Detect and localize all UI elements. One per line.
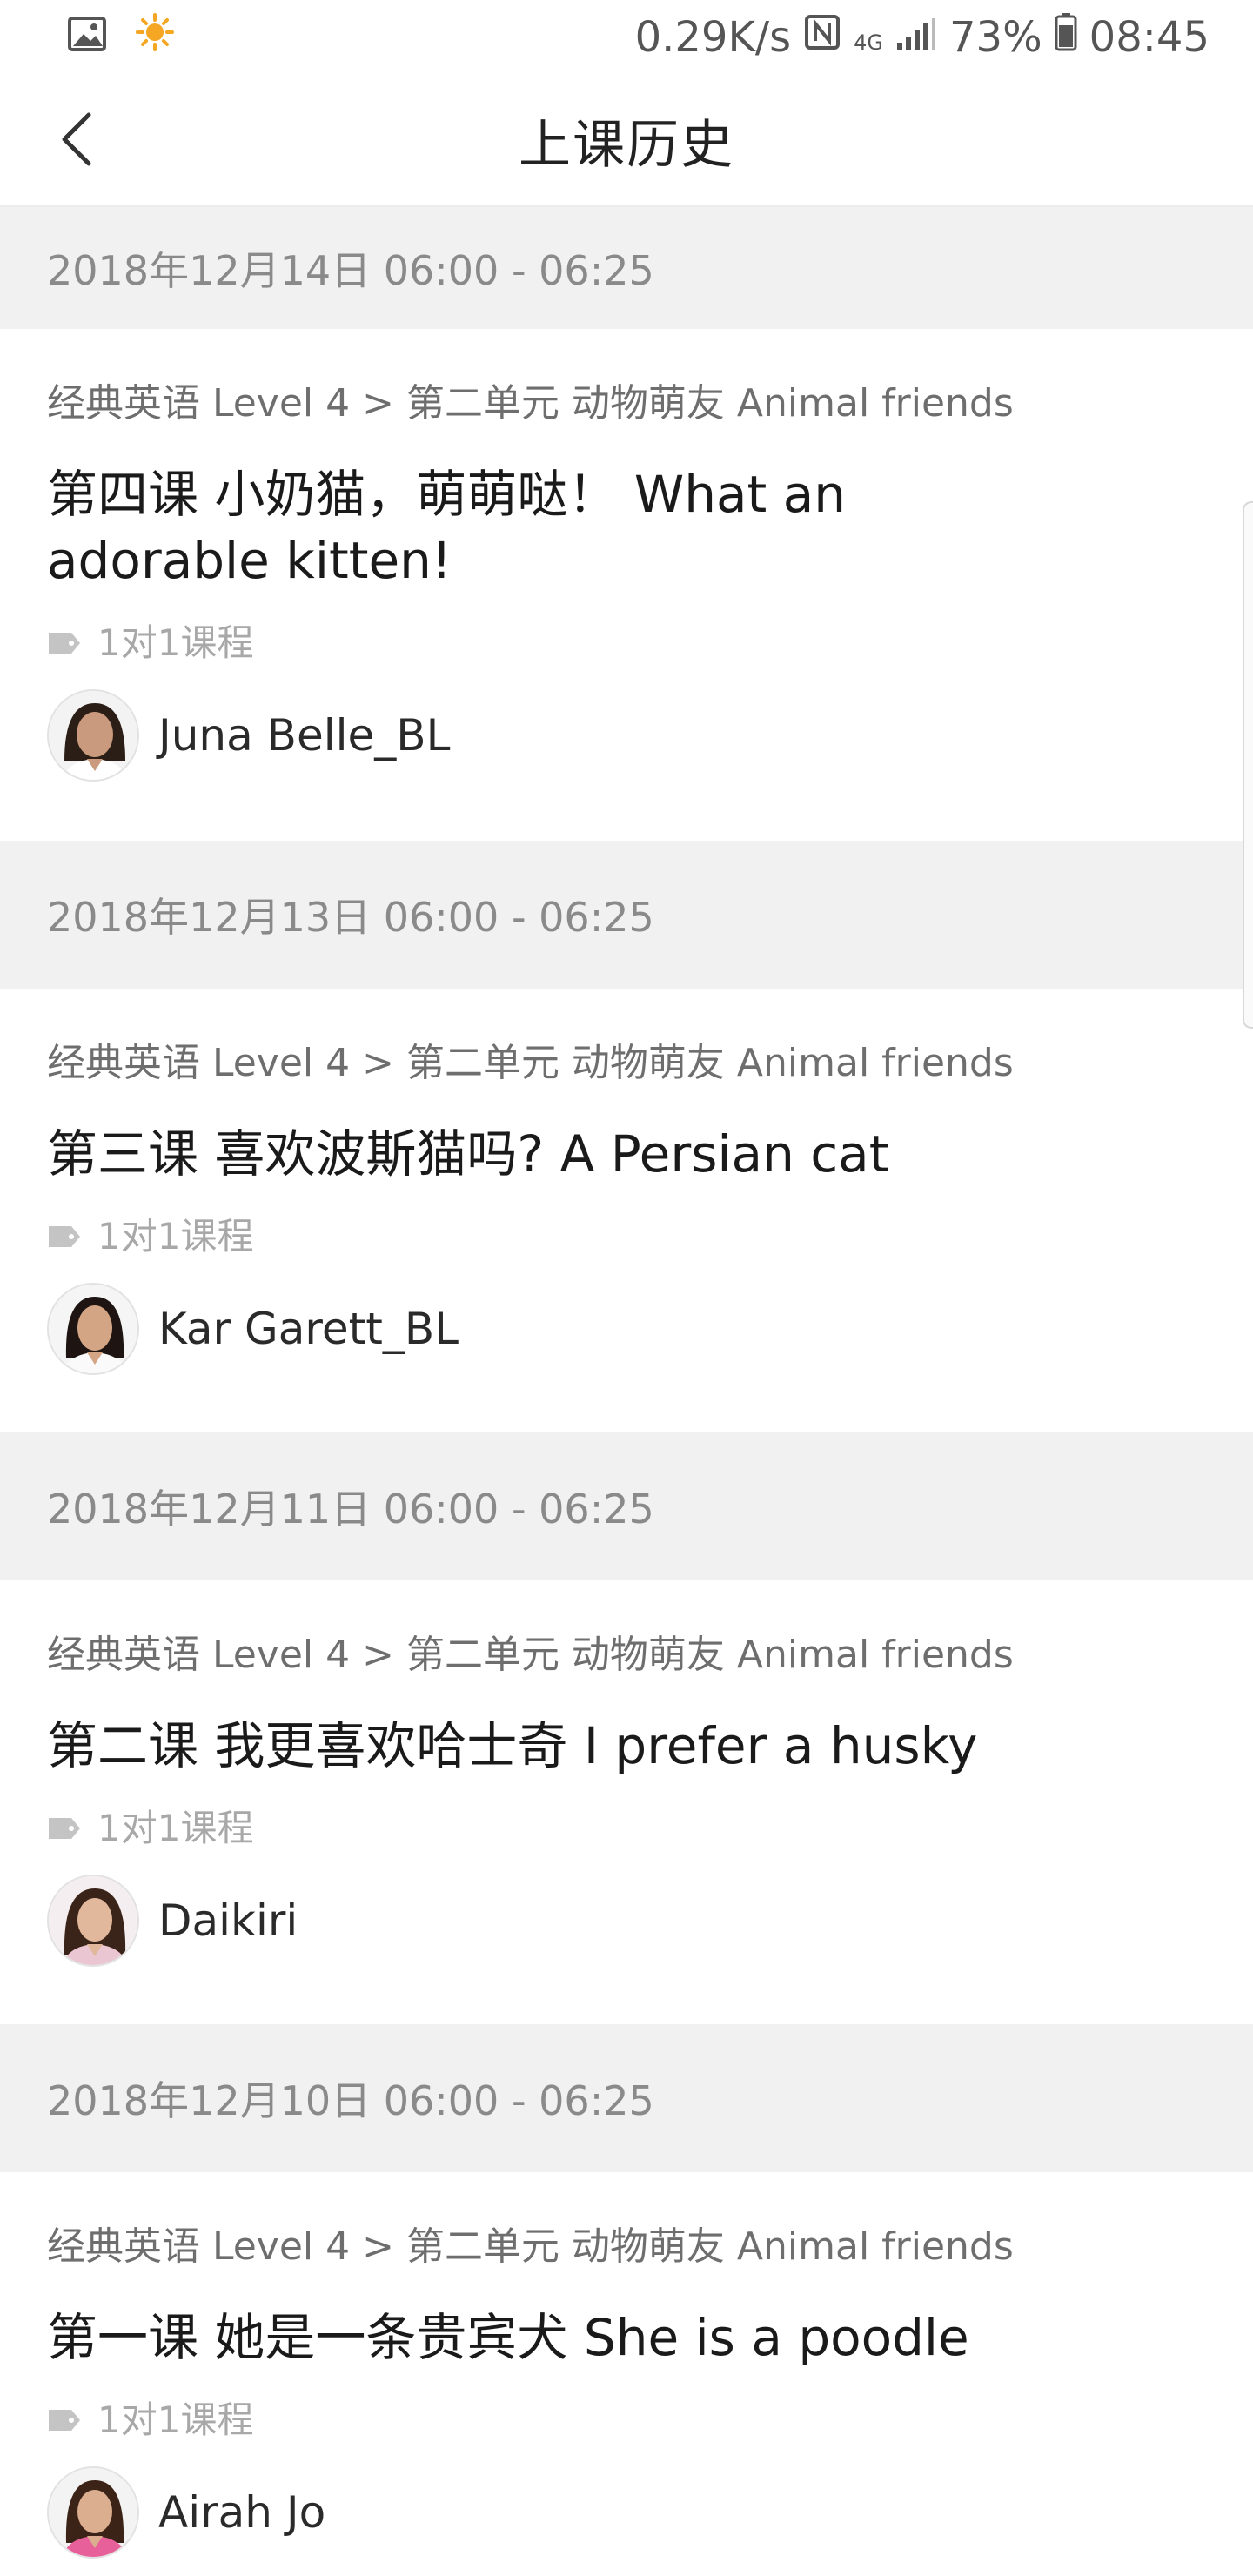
lesson-tag: 1对1课程: [47, 2397, 1206, 2444]
gallery-icon: [68, 13, 106, 62]
lesson-card[interactable]: 经典英语 Level 4 > 第二单元 动物萌友 Animal friends …: [0, 2172, 1253, 2576]
lesson-tag: 1对1课程: [47, 620, 1206, 667]
signal-icon: [895, 13, 937, 62]
lesson-card[interactable]: 经典英语 Level 4 > 第二单元 动物萌友 Animal friends …: [0, 989, 1253, 1432]
avatar: [47, 2466, 139, 2559]
network-type: 4G: [854, 30, 883, 55]
back-chevron-icon: [59, 111, 94, 171]
clock: 08:45: [1089, 13, 1209, 62]
weather-sun-icon: [136, 13, 174, 62]
course-path: 经典英语 Level 4 > 第二单元 动物萌友 Animal friends: [47, 1041, 1014, 1085]
date-header: 2018年12月14日 06:00 - 06:25: [0, 207, 1253, 329]
avatar: [47, 1283, 139, 1375]
teacher-name: Daikiri: [158, 1895, 298, 1946]
lesson-card[interactable]: 经典英语 Level 4 > 第二单元 动物萌友 Animal friends …: [0, 1580, 1253, 2024]
tag-icon: [47, 2397, 82, 2444]
teacher-info: Daikiri: [47, 1875, 1206, 1967]
avatar: [47, 1875, 139, 1967]
status-left: [68, 13, 174, 62]
tag-label: 1对1课程: [97, 1215, 254, 1258]
teacher-info: Juna Belle_BL: [47, 689, 1206, 782]
lesson-tag: 1对1课程: [47, 1213, 1206, 1260]
date-header: 2018年12月11日 06:00 - 06:25: [0, 1432, 1253, 1580]
tag-icon: [47, 1213, 82, 1260]
tag-label: 1对1课程: [97, 621, 254, 664]
course-path: 经典英语 Level 4 > 第二单元 动物萌友 Animal friends: [47, 381, 1014, 426]
lesson-tag: 1对1课程: [47, 1805, 1206, 1852]
teacher-name: Juna Belle_BL: [158, 710, 451, 761]
page-title: 上课历史: [519, 114, 734, 176]
lesson-card[interactable]: 经典英语 Level 4 > 第二单元 动物萌友 Animal friends …: [0, 329, 1253, 841]
status-bar: 0.29K/s 4G 73% 08:45: [0, 0, 1253, 75]
lesson-title: 第三课 喜欢波斯猫吗? A Persian cat: [47, 1124, 889, 1184]
teacher-info: Kar Garett_BL: [47, 1283, 1206, 1375]
net-speed: 0.29K/s: [634, 13, 792, 62]
tag-icon: [47, 1805, 82, 1852]
lesson-title: 第二课 我更喜欢哈士奇 I prefer a husky: [47, 1716, 978, 1775]
lesson-history-list: 2018年12月14日 06:00 - 06:25 经典英语 Level 4 >…: [0, 207, 1253, 2576]
nfc-icon: [803, 13, 841, 62]
teacher-info: Airah Jo: [47, 2466, 1206, 2559]
course-path: 经典英语 Level 4 > 第二单元 动物萌友 Animal friends: [47, 2224, 1014, 2269]
teacher-name: Airah Jo: [158, 2487, 326, 2538]
app-header: 上课历史: [0, 75, 1253, 207]
lesson-title: 第四课 小奶猫，萌萌哒！ What an adorable kitten!: [47, 465, 847, 590]
tag-label: 1对1课程: [97, 2398, 254, 2441]
tag-label: 1对1课程: [97, 1807, 254, 1849]
back-button[interactable]: [42, 106, 111, 176]
battery-icon: [1055, 13, 1077, 62]
status-right: 0.29K/s 4G 73% 08:45: [635, 13, 1209, 62]
lesson-title: 第一课 她是一条贵宾犬 She is a poodle: [47, 2308, 969, 2367]
scrollbar[interactable]: [1243, 501, 1253, 1029]
date-header: 2018年12月13日 06:00 - 06:25: [0, 841, 1253, 989]
tag-icon: [47, 620, 82, 667]
battery-percent: 73%: [948, 13, 1042, 62]
teacher-name: Kar Garett_BL: [158, 1304, 459, 1354]
date-header: 2018年12月10日 06:00 - 06:25: [0, 2024, 1253, 2172]
course-path: 经典英语 Level 4 > 第二单元 动物萌友 Animal friends: [47, 1633, 1014, 1677]
avatar: [47, 689, 139, 782]
